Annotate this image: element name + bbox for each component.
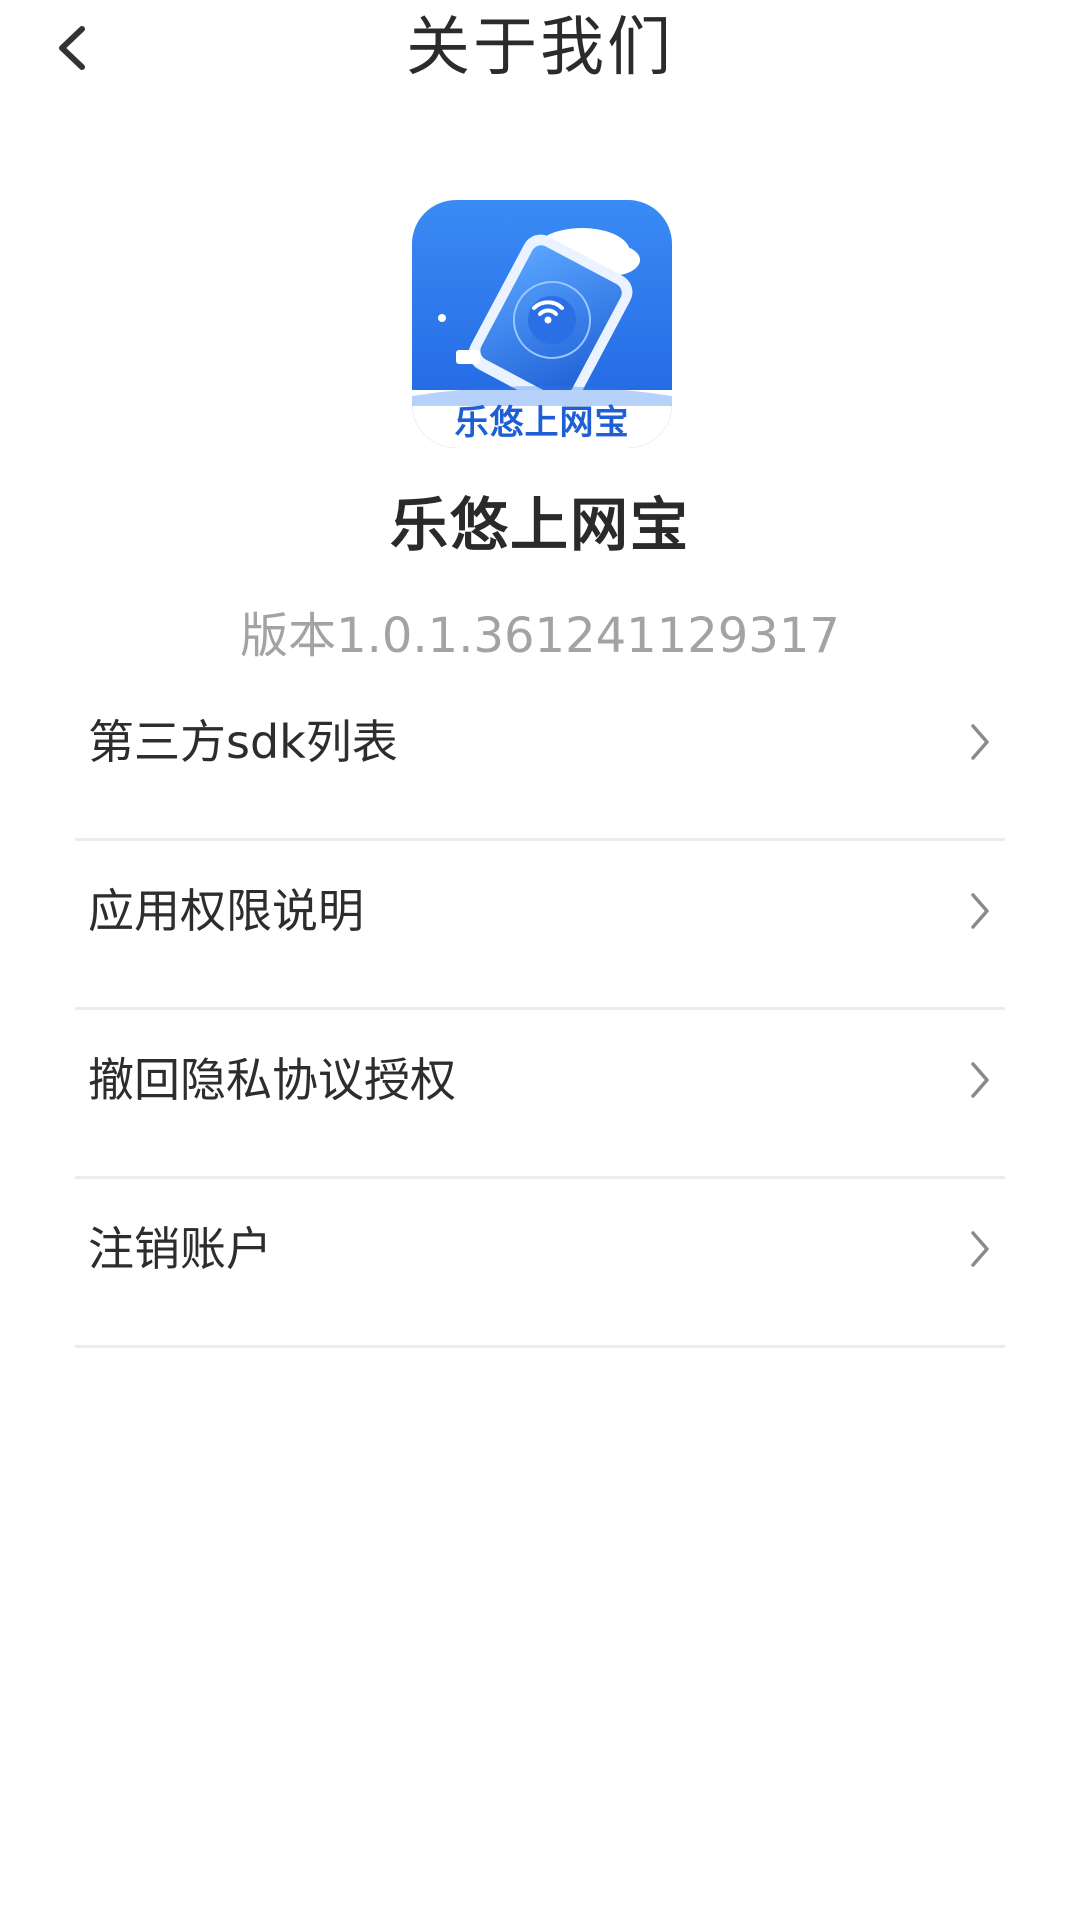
- menu-item-delete-account[interactable]: 注销账户: [75, 1179, 1005, 1348]
- logo-wordmark: 乐悠上网宝: [454, 403, 630, 443]
- nav-bar: 关于我们: [0, 0, 1080, 100]
- chevron-right-icon: [971, 724, 989, 760]
- menu-list: 第三方sdk列表 应用权限说明 撤回隐私协议授权 注销账户: [75, 672, 1005, 1348]
- menu-item-label: 第三方sdk列表: [88, 715, 398, 769]
- menu-item-revoke-privacy[interactable]: 撤回隐私协议授权: [75, 1010, 1005, 1179]
- menu-item-sdk-list[interactable]: 第三方sdk列表: [75, 672, 1005, 841]
- menu-item-permissions[interactable]: 应用权限说明: [75, 841, 1005, 1010]
- about-us-page: 关于我们 乐悠上网宝 乐悠上网宝 版本1.0.1.361241129317 第三…: [0, 0, 1080, 1920]
- menu-item-label: 注销账户: [88, 1222, 272, 1276]
- chevron-right-icon: [971, 1231, 989, 1267]
- menu-item-label: 应用权限说明: [88, 884, 364, 938]
- chevron-right-icon: [971, 1062, 989, 1098]
- page-title: 关于我们: [406, 11, 674, 85]
- app-logo: 乐悠上网宝: [412, 200, 672, 448]
- app-version: 版本1.0.1.361241129317: [240, 608, 840, 664]
- menu-item-label: 撤回隐私协议授权: [88, 1053, 456, 1107]
- chevron-right-icon: [971, 893, 989, 929]
- app-name: 乐悠上网宝: [389, 491, 690, 559]
